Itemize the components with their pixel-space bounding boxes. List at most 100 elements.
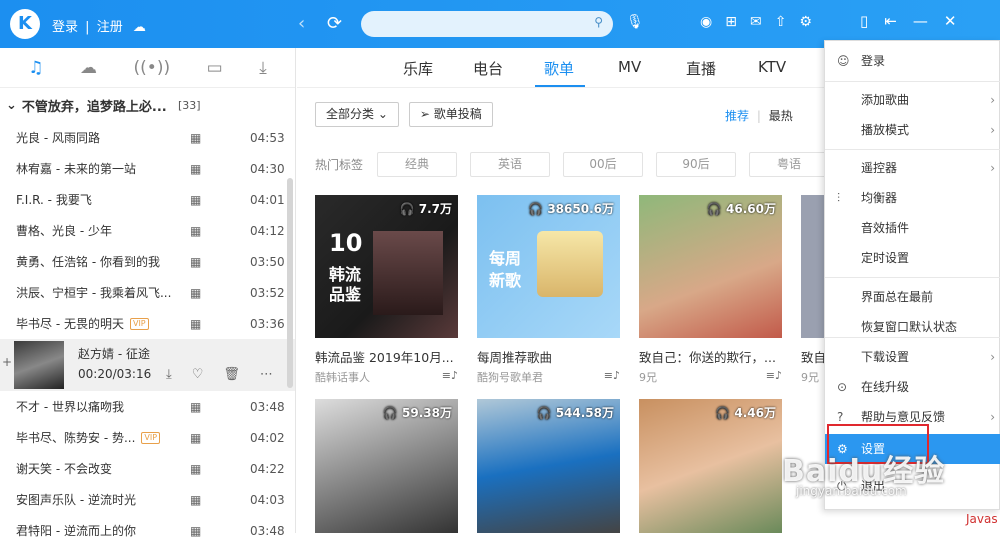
playlist-card[interactable]: 🎧 4.46万 [639, 399, 782, 533]
song-row[interactable]: 光良 - 风雨同路 ▦ 04:53 [0, 122, 295, 153]
song-row[interactable]: 林宥嘉 - 未来的第一站 ▦ 04:30 [0, 153, 295, 184]
download-icon[interactable]: ⤓ [166, 367, 172, 382]
playlist-scrollbar[interactable] [287, 178, 293, 388]
mv-icon[interactable]: ▦ [190, 286, 201, 300]
now-playing[interactable]: + 赵方婧 - 征途 00:20/03:16 ⤓ ♡ 🗑 ⋯ [0, 339, 295, 391]
heart-icon[interactable]: ♡ [192, 367, 204, 382]
category-dropdown[interactable]: 全部分类 ⌄ [315, 102, 399, 127]
tab-library[interactable]: 乐库 [403, 58, 433, 79]
menu-item-always-on-top[interactable]: 界面总在最前 [825, 282, 1000, 312]
menu-label: 遥控器 [861, 161, 898, 175]
mv-icon[interactable]: ▦ [190, 162, 201, 176]
song-row[interactable]: 曹格、光良 - 少年 ▦ 04:12 [0, 215, 295, 246]
playlist-cover: 10 韩流 品鉴 🎧 7.7万 [315, 195, 458, 338]
tag-english[interactable]: 英语 [470, 152, 551, 177]
playlist-card[interactable]: 🎧 544.58万 [477, 399, 620, 533]
song-row[interactable]: 毕书尽 - 无畏的明天 VIP ▦ 03:36 [0, 308, 295, 339]
song-row[interactable]: 洪辰、宁桓宇 - 我乘着风飞... ▦ 03:52 [0, 277, 295, 308]
mv-icon[interactable]: ▦ [190, 224, 201, 238]
tab-live[interactable]: 直播 [686, 58, 716, 79]
sort-hot[interactable]: 最热 [769, 109, 793, 123]
search-icon[interactable]: ⚲ [594, 15, 603, 29]
song-row[interactable]: 君特阳 - 逆流而上的你 ▦ 03:48 [0, 515, 295, 546]
playlist-card[interactable]: 10 韩流 品鉴 🎧 7.7万 韩流品鉴 2019年10月... 酷韩话事人 ≡♪ [315, 195, 458, 385]
back-icon[interactable]: ‹ [298, 13, 305, 34]
queue-icon[interactable]: ≡♪ [442, 369, 458, 382]
device-tab-icon[interactable]: ▭ [207, 58, 223, 78]
chevron-down-icon[interactable]: ⌄ [6, 98, 17, 113]
skin-icon[interactable]: ⇧ [775, 14, 787, 30]
tab-radio[interactable]: 电台 [473, 58, 503, 79]
mv-icon[interactable]: ▦ [190, 131, 201, 145]
mv-icon[interactable]: ▦ [190, 462, 201, 476]
mini-mode-icon[interactable]: ▯ [860, 12, 868, 30]
menu-item-remote[interactable]: 遥控器 › [825, 153, 1000, 183]
menu-item-login[interactable]: ☺ 登录 [825, 46, 1000, 76]
sort-recommend[interactable]: 推荐 [725, 109, 749, 123]
more-icon[interactable]: ⋯ [260, 367, 273, 382]
menu-item-download-settings[interactable]: 下载设置 › [825, 342, 1000, 372]
playlist-card[interactable]: 每周 新歌 🎧 38650.6万 每周推荐歌曲 酷狗号歌单君 ≡♪ [477, 195, 620, 385]
song-row[interactable]: 黄勇、任浩铭 - 你看到的我 ▦ 03:50 [0, 246, 295, 277]
tag-cantonese[interactable]: 粤语 [749, 152, 830, 177]
cloud-tab-icon[interactable]: ☁ [80, 58, 97, 78]
tag-classic[interactable]: 经典 [377, 152, 458, 177]
radio-tab-icon[interactable]: ((•)) [134, 58, 171, 78]
menu-item-play-mode[interactable]: 播放模式 › [825, 115, 1000, 145]
queue-icon[interactable]: ≡♪ [766, 369, 782, 382]
minimize-icon[interactable]: — [913, 12, 928, 30]
apps-icon[interactable]: ⊞ [725, 14, 737, 30]
playlist-card[interactable]: 🎧 46.60万 致自己：你送的欺行，... 9兄 ≡♪ [639, 195, 782, 385]
menu-item-upgrade[interactable]: ⊙ 在线升级 [825, 372, 1000, 402]
mv-icon[interactable]: ▦ [190, 193, 201, 207]
song-row[interactable]: 不才 - 世界以痛吻我 ▦ 03:48 [0, 391, 295, 422]
download-tab-icon[interactable]: ⤓ [259, 58, 267, 78]
menu-item-add-song[interactable]: 添加歌曲 › [825, 85, 1000, 115]
tab-mv[interactable]: MV [618, 58, 641, 76]
menu-item-equalizer[interactable]: ⫶ 均衡器 [825, 183, 1000, 213]
mv-icon[interactable]: ▦ [190, 255, 201, 269]
mv-icon[interactable]: ▦ [190, 317, 201, 331]
author-name[interactable]: 9兄 [639, 371, 657, 384]
tag-00s[interactable]: 00后 [563, 152, 644, 177]
author-name[interactable]: 9兄 [801, 371, 819, 384]
collapse-icon[interactable]: ⇤ [884, 12, 897, 30]
submit-playlist-button[interactable]: ➢ 歌单投稿 [408, 102, 493, 127]
author-name[interactable]: 酷韩话事人 [315, 371, 370, 384]
author-name[interactable]: 酷狗号歌单君 [477, 371, 543, 384]
song-row[interactable]: F.I.R. - 我要飞 ▦ 04:01 [0, 184, 295, 215]
register-link[interactable]: 注册 [97, 20, 123, 35]
playlist-card[interactable]: 🎧 59.38万 [315, 399, 458, 533]
mv-icon[interactable]: ▦ [190, 431, 201, 445]
music-note-icon[interactable]: ♫ [28, 58, 43, 78]
song-row[interactable]: 安图声乐队 - 逆流时光 ▦ 04:03 [0, 484, 295, 515]
trash-icon[interactable]: 🗑 [223, 367, 240, 382]
menu-item-timer[interactable]: 定时设置 [825, 243, 1000, 273]
vip-badge: VIP [129, 317, 149, 330]
add-icon[interactable]: + [2, 355, 12, 369]
mv-icon[interactable]: ▦ [190, 493, 201, 507]
mv-icon[interactable]: ▦ [190, 400, 201, 414]
gear-icon[interactable]: ⚙ [799, 14, 812, 30]
tab-playlists[interactable]: 歌单 [544, 58, 574, 79]
playlist-header[interactable]: ⌄ 不管放弃，追梦路上必... [33] [0, 88, 295, 122]
search-input[interactable]: ⚲ [361, 11, 613, 37]
close-icon[interactable]: ✕ [944, 12, 957, 30]
playlist-title[interactable]: 韩流品鉴 2019年10月... [315, 347, 458, 366]
cloud-icon[interactable]: ☁ [133, 20, 146, 35]
refresh-icon[interactable]: ⟳ [327, 13, 342, 34]
queue-icon[interactable]: ≡♪ [604, 369, 620, 382]
playlist-title[interactable]: 每周推荐歌曲 [477, 347, 620, 366]
tag-90s[interactable]: 90后 [656, 152, 737, 177]
song-row[interactable]: 毕书尽、陈势安 - 势... VIP ▦ 04:02 [0, 422, 295, 453]
playlist-title[interactable]: 致自己：你送的欺行，... [639, 347, 782, 366]
song-row[interactable]: 谢天笑 - 不会改变 ▦ 04:22 [0, 453, 295, 484]
microphone-icon[interactable]: 🎙 [626, 14, 644, 30]
record-icon[interactable]: ◉ [700, 14, 712, 30]
menu-item-sound-plugin[interactable]: 音效插件 [825, 213, 1000, 243]
kugou-logo-icon[interactable]: K [10, 9, 40, 39]
mv-icon[interactable]: ▦ [190, 524, 201, 538]
mail-icon[interactable]: ✉ [750, 14, 762, 30]
tab-ktv[interactable]: KTV [758, 58, 786, 76]
login-link[interactable]: 登录 [52, 20, 78, 35]
